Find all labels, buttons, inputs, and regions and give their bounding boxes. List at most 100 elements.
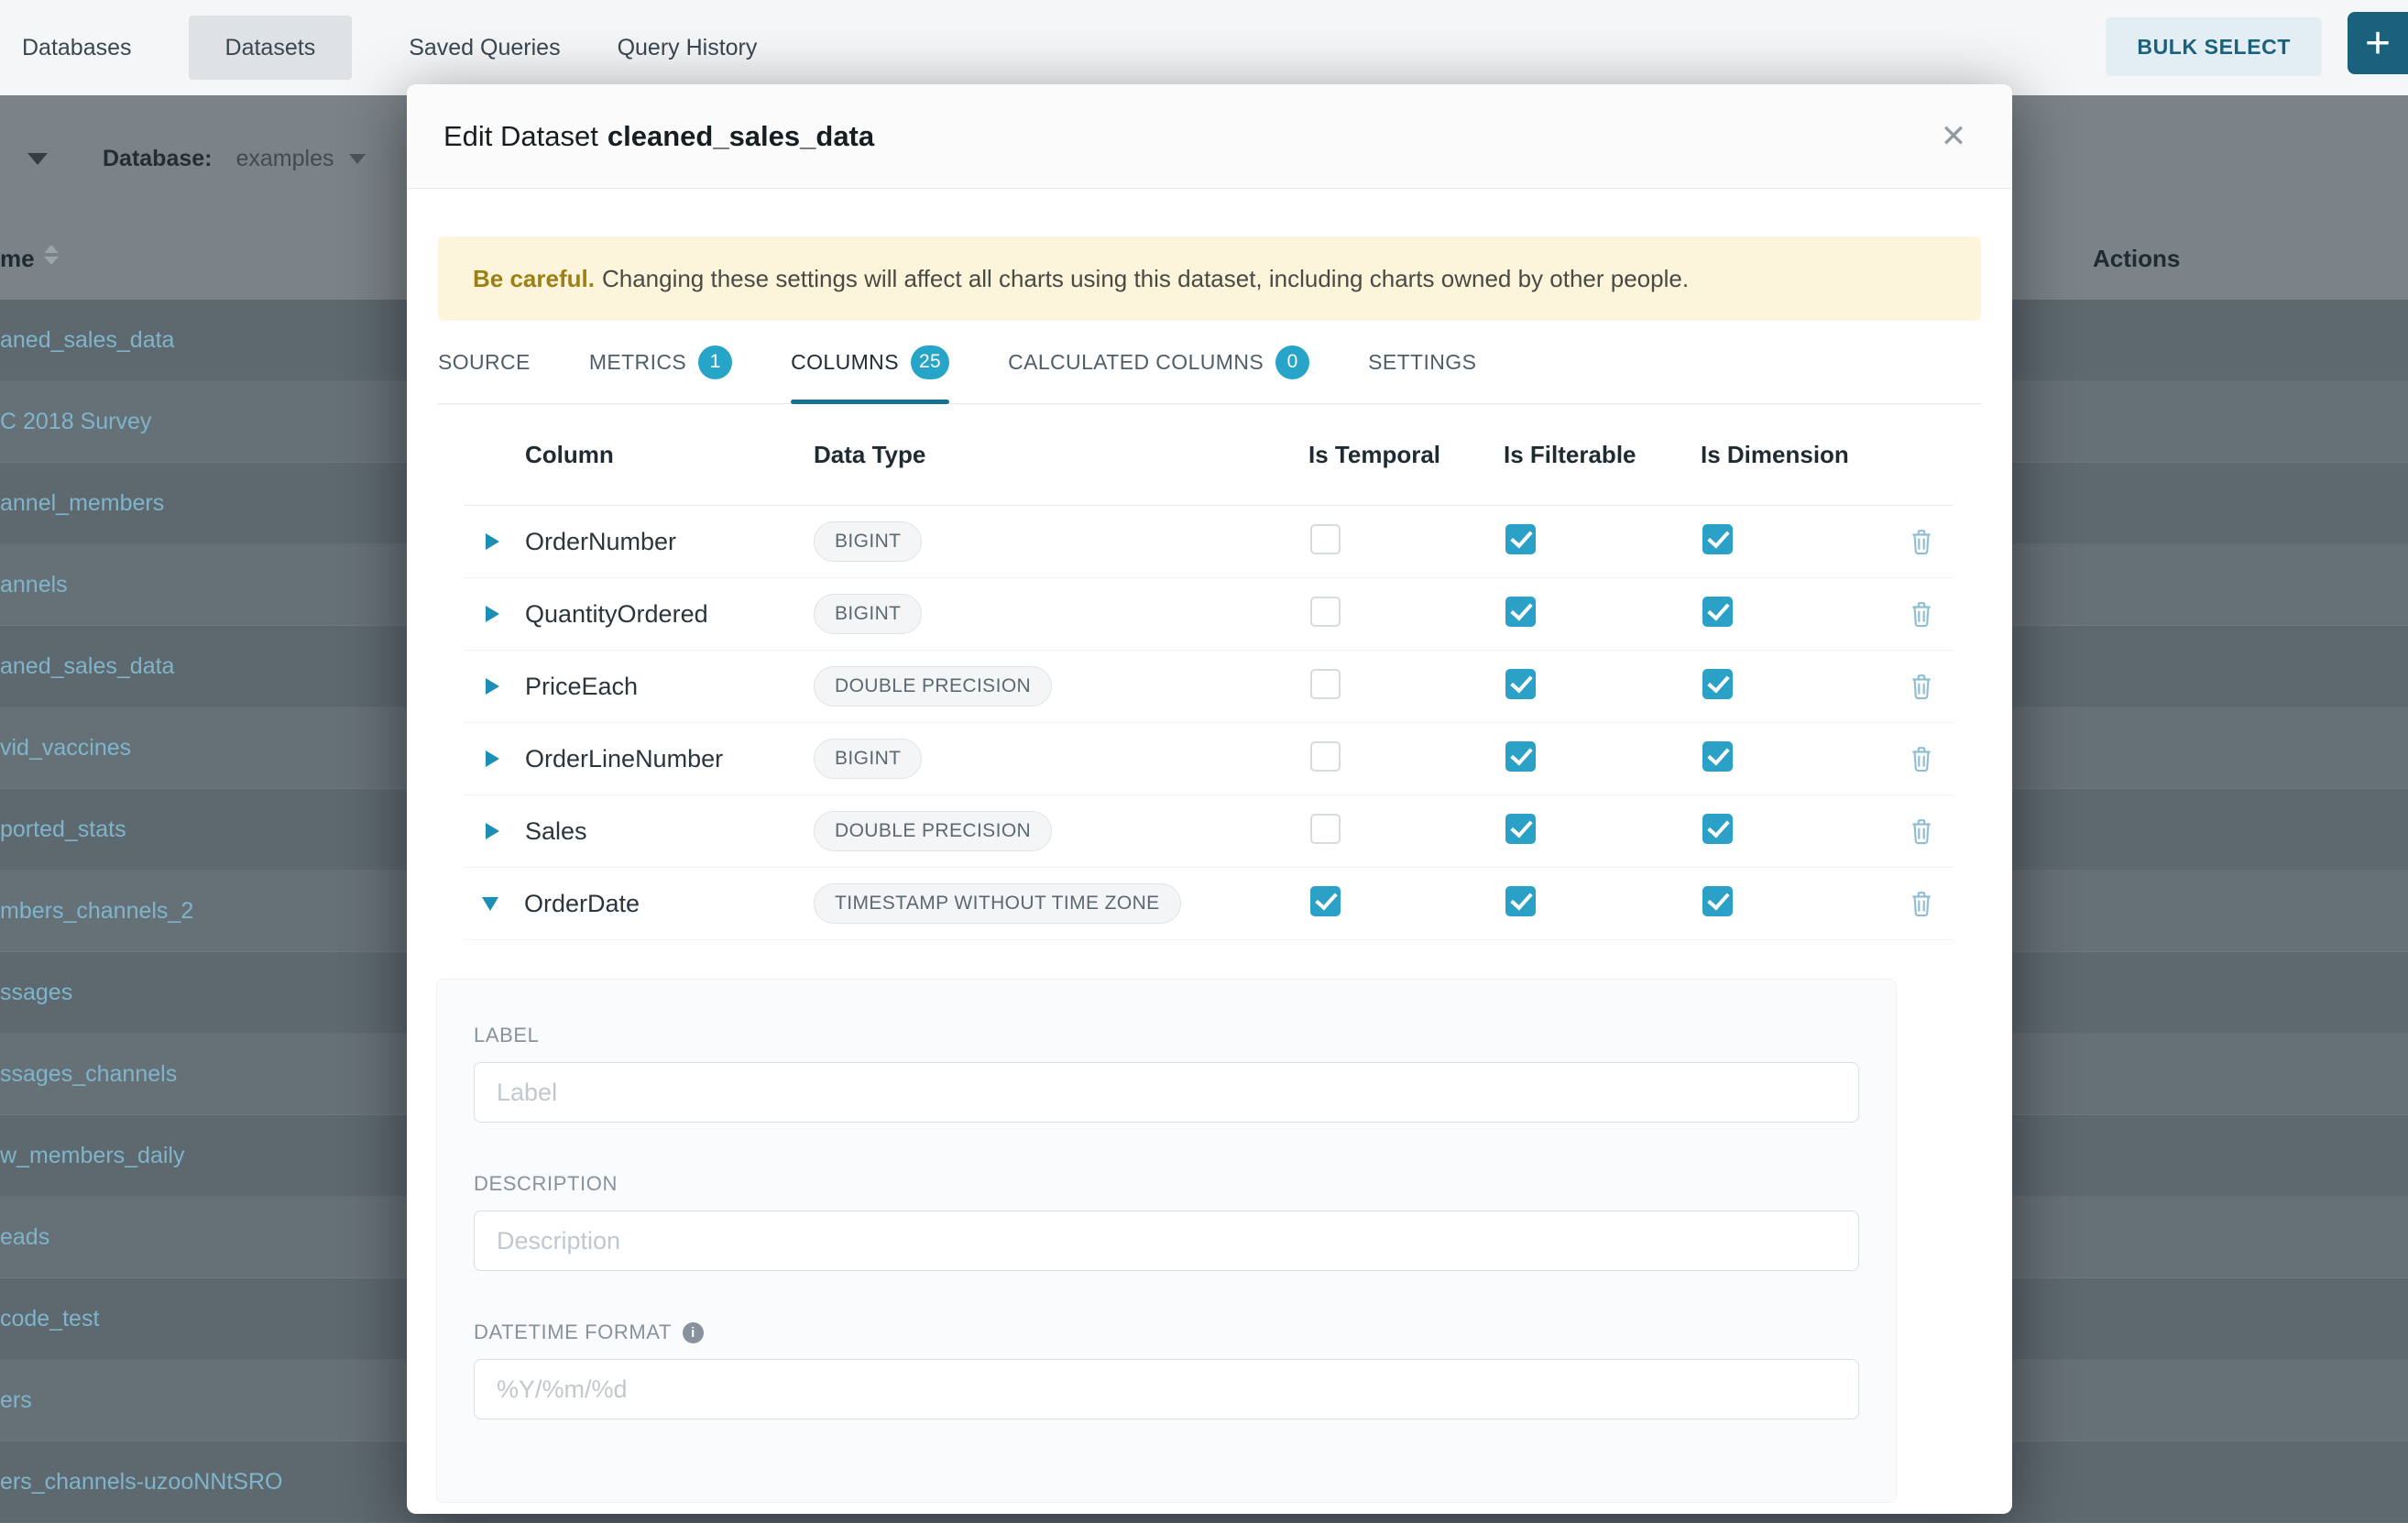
delete-column-icon[interactable] <box>1910 673 1933 700</box>
description-field: DESCRIPTION <box>474 1172 1859 1271</box>
expand-caret-icon[interactable] <box>486 678 499 695</box>
dataset-link[interactable]: w_members_daily <box>0 1143 184 1169</box>
is-temporal-checkbox[interactable] <box>1310 741 1341 772</box>
tab-settings[interactable]: SETTINGS <box>1368 321 1476 403</box>
field-label-text: DESCRIPTION <box>474 1172 618 1196</box>
expand-caret-icon[interactable] <box>486 533 499 550</box>
collapse-caret-icon[interactable] <box>482 897 498 911</box>
column-name: Sales <box>525 817 587 846</box>
dataset-link[interactable]: ers <box>0 1387 32 1414</box>
is-temporal-checkbox[interactable] <box>1310 597 1341 627</box>
add-dataset-button[interactable]: + <box>2348 12 2408 74</box>
bulk-select-button[interactable]: BULK SELECT <box>2106 17 2322 76</box>
expand-caret-icon[interactable] <box>486 751 499 767</box>
dataset-link[interactable]: aned_sales_data <box>0 327 174 354</box>
is-dimension-checkbox[interactable] <box>1702 886 1733 916</box>
tab-label: COLUMNS <box>791 350 899 375</box>
dataset-link[interactable]: vid_vaccines <box>0 735 131 762</box>
is-dimension-checkbox[interactable] <box>1702 597 1733 627</box>
is-dimension-checkbox[interactable] <box>1702 669 1733 699</box>
nav-tab-saved-queries[interactable]: Saved Queries <box>409 16 560 80</box>
warning-emphasis: Be careful. <box>473 265 595 292</box>
column-name: OrderNumber <box>525 528 676 556</box>
header-is-filterable: Is Filterable <box>1494 441 1691 469</box>
tab-columns[interactable]: COLUMNS25 <box>791 321 949 403</box>
column-name: OrderLineNumber <box>525 745 723 773</box>
dataset-link[interactable]: eads <box>0 1224 49 1251</box>
column-name: PriceEach <box>525 673 638 701</box>
data-type-pill: BIGINT <box>814 521 922 562</box>
plus-icon: + <box>2365 18 2391 69</box>
label-field: LABEL <box>474 1024 1859 1123</box>
data-type-pill: DOUBLE PRECISION <box>814 811 1052 851</box>
close-icon[interactable] <box>1932 115 1976 159</box>
edit-dataset-modal: Edit Datasetcleaned_sales_data Be carefu… <box>407 84 2012 1514</box>
tab-label: SETTINGS <box>1368 350 1476 375</box>
delete-column-icon[interactable] <box>1910 528 1933 555</box>
expand-caret-icon[interactable] <box>486 823 499 839</box>
is-filterable-checkbox[interactable] <box>1505 741 1536 772</box>
modal-title-dataset-name: cleaned_sales_data <box>607 120 874 152</box>
is-dimension-checkbox[interactable] <box>1702 524 1733 554</box>
is-dimension-checkbox[interactable] <box>1702 814 1733 844</box>
column-name: QuantityOrdered <box>525 600 708 629</box>
dataset-link[interactable]: ssages_channels <box>0 1061 177 1088</box>
nav-tab-label: Databases <box>22 35 132 61</box>
tab-metrics[interactable]: METRICS1 <box>589 321 732 403</box>
chevron-down-icon[interactable] <box>27 153 48 165</box>
datetime-format-input[interactable] <box>474 1359 1859 1419</box>
nav-tab-query-history[interactable]: Query History <box>618 16 758 80</box>
dropdown-caret-icon[interactable] <box>349 154 366 164</box>
dataset-link[interactable]: code_test <box>0 1306 99 1332</box>
is-temporal-checkbox[interactable] <box>1310 814 1341 844</box>
tab-source[interactable]: SOURCE <box>438 321 531 403</box>
dataset-link[interactable]: ported_stats <box>0 816 126 843</box>
delete-column-icon[interactable] <box>1910 890 1933 917</box>
dataset-link[interactable]: ers_channels-uzooNNtSRO <box>0 1469 282 1496</box>
dataset-link[interactable]: mbers_channels_2 <box>0 898 193 925</box>
nav-tab-label: Datasets <box>225 35 316 61</box>
dataset-link[interactable]: aned_sales_data <box>0 653 174 680</box>
nav-tab-datasets[interactable]: Datasets <box>189 16 353 80</box>
is-filterable-checkbox[interactable] <box>1505 886 1536 916</box>
nav-tab-label: Saved Queries <box>409 35 560 61</box>
name-column-header[interactable]: me <box>0 245 35 273</box>
tab-count-badge: 0 <box>1275 345 1309 379</box>
is-filterable-checkbox[interactable] <box>1505 524 1536 554</box>
dataset-link[interactable]: ssages <box>0 980 72 1006</box>
delete-column-icon[interactable] <box>1910 745 1933 772</box>
label-input[interactable] <box>474 1062 1859 1123</box>
is-filterable-checkbox[interactable] <box>1505 597 1536 627</box>
is-filterable-checkbox[interactable] <box>1505 814 1536 844</box>
is-temporal-checkbox[interactable] <box>1310 669 1341 699</box>
dataset-link[interactable]: annel_members <box>0 490 164 517</box>
is-filterable-checkbox[interactable] <box>1505 669 1536 699</box>
description-input[interactable] <box>474 1211 1859 1271</box>
delete-column-icon[interactable] <box>1910 600 1933 628</box>
expand-caret-icon[interactable] <box>486 606 499 622</box>
delete-column-icon[interactable] <box>1910 817 1933 845</box>
is-temporal-checkbox[interactable] <box>1310 524 1341 554</box>
column-row: OrderLineNumber BIGINT <box>464 723 1954 795</box>
is-temporal-checkbox[interactable] <box>1310 886 1341 916</box>
header-column: Column <box>464 441 814 469</box>
column-row: QuantityOrdered BIGINT <box>464 578 1954 651</box>
columns-table-header: Column Data Type Is Temporal Is Filterab… <box>464 404 1954 506</box>
dataset-link[interactable]: C 2018 Survey <box>0 409 151 435</box>
column-name: OrderDate <box>524 890 640 918</box>
warning-banner: Be careful.Changing these settings will … <box>438 236 1981 321</box>
tab-calculated-columns[interactable]: CALCULATED COLUMNS0 <box>1008 321 1309 403</box>
datetime-format-field: DATETIME FORMAT <box>474 1320 1859 1419</box>
database-filter-value[interactable]: examples <box>236 146 334 172</box>
header-is-temporal: Is Temporal <box>1299 441 1494 469</box>
is-dimension-checkbox[interactable] <box>1702 741 1733 772</box>
header-data-type: Data Type <box>814 441 1299 469</box>
nav-tab-databases[interactable]: Databases <box>22 16 132 80</box>
sort-icon[interactable] <box>44 245 59 265</box>
data-type-pill: TIMESTAMP WITHOUT TIME ZONE <box>814 883 1181 924</box>
column-row: OrderNumber BIGINT <box>464 506 1954 578</box>
info-icon[interactable] <box>683 1322 704 1343</box>
dataset-link[interactable]: annels <box>0 572 68 598</box>
datetime-format-field-label: DATETIME FORMAT <box>474 1320 1859 1344</box>
tab-label: METRICS <box>589 350 686 375</box>
